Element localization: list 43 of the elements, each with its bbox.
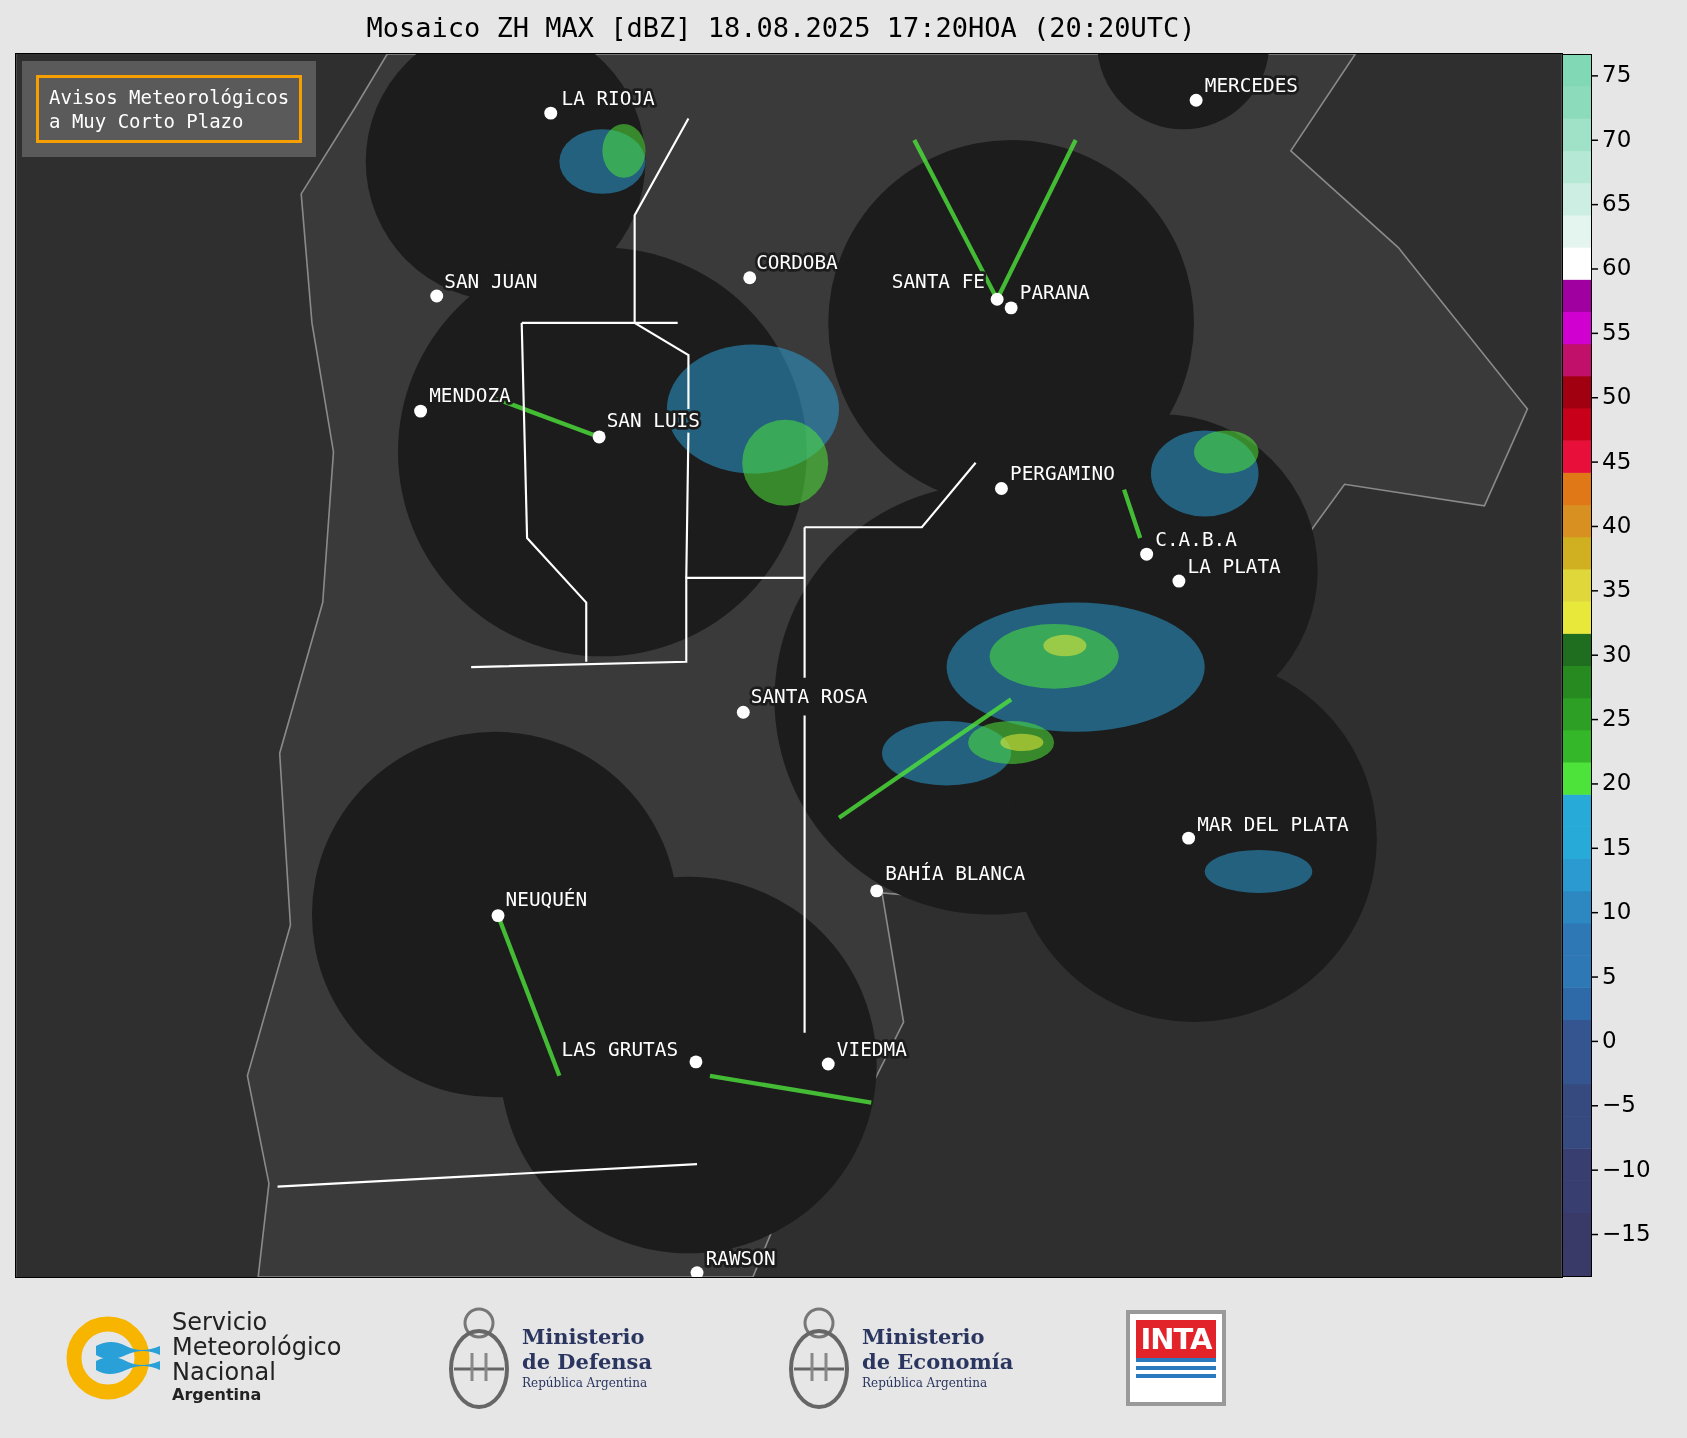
city-label: C.A.B.A bbox=[1155, 527, 1237, 551]
city-label: RAWSON bbox=[705, 1247, 776, 1271]
city-label: BAHÍA BLANCA bbox=[885, 862, 1026, 886]
colorbar-tick-label: 40 bbox=[1602, 511, 1632, 538]
colorbar-tick-label: −10 bbox=[1602, 1155, 1651, 1182]
colorbar-tick-label: −5 bbox=[1602, 1091, 1636, 1118]
city-label: MENDOZA bbox=[429, 383, 511, 407]
colorbar-tick-label: 55 bbox=[1602, 318, 1632, 345]
colorbar-tick-label: −15 bbox=[1602, 1220, 1651, 1246]
city-label: NEUQUÉN bbox=[505, 888, 588, 912]
colorbar-tick-label: 75 bbox=[1602, 61, 1632, 88]
ministry-logo-text: Ministerio de Defensa República Argentina bbox=[522, 1323, 653, 1392]
city-label: MAR DEL PLATA bbox=[1197, 812, 1349, 836]
colorbar-tick-label: 5 bbox=[1602, 962, 1617, 989]
city-label: PARANA bbox=[1019, 281, 1090, 305]
city-label: MERCEDES bbox=[1204, 73, 1298, 97]
colorbar-tick-label: 50 bbox=[1602, 383, 1632, 410]
city-label: CORDOBA bbox=[756, 251, 838, 275]
city-label: SAN JUAN bbox=[444, 269, 538, 293]
colorbar-tick-label: 15 bbox=[1602, 833, 1632, 860]
city-label: SANTA FE bbox=[891, 269, 985, 293]
city-label: PERGAMINO bbox=[1010, 462, 1115, 486]
colorbar-tick-label: 10 bbox=[1602, 898, 1632, 925]
inta-logo-text: INTA bbox=[1136, 1319, 1216, 1358]
colorbar-tick-label: 45 bbox=[1602, 447, 1632, 474]
colorbar-tick-label: 35 bbox=[1602, 576, 1632, 603]
city-label: SAN LUIS bbox=[606, 409, 700, 433]
colorbar-tick-label: 30 bbox=[1602, 640, 1632, 667]
colorbar-tick-label: 0 bbox=[1602, 1026, 1617, 1053]
notice-text: Avisos Meteorológicos a Muy Corto Plazo bbox=[36, 75, 303, 143]
ministry-logo-text: Ministerio de Economía República Argentina bbox=[862, 1323, 1014, 1392]
city-label: LAS GRUTAS bbox=[561, 1037, 679, 1061]
city-label: LA PLATA bbox=[1187, 554, 1281, 578]
city-label: SANTA ROSA bbox=[750, 684, 868, 708]
colorbar-tick-label: 65 bbox=[1602, 190, 1632, 217]
colorbar-tick-label: 60 bbox=[1602, 254, 1632, 281]
city-label: VIEDMA bbox=[836, 1037, 907, 1061]
colorbar-tick-label: 20 bbox=[1602, 769, 1632, 796]
smn-logo-text: Servicio Meteorológico Nacional Argentina bbox=[172, 1310, 342, 1405]
colorbar-tick-label: 70 bbox=[1602, 125, 1632, 152]
colorbar-tick-label: 25 bbox=[1602, 705, 1632, 732]
map-title: Mosaico ZH MAX [dBZ] 18.08.2025 17:20HOA (20:20UTC) bbox=[366, 11, 1196, 43]
city-label: LA RIOJA bbox=[561, 86, 655, 110]
